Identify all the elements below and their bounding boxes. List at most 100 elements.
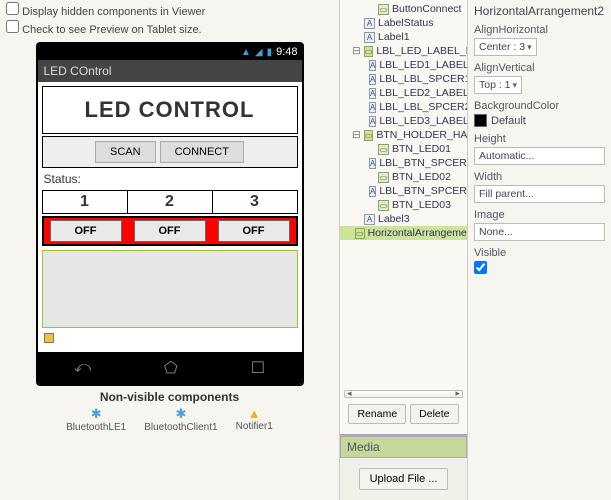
tree-item-label: HorizontalArrangemen bbox=[368, 227, 467, 239]
component-tree[interactable]: ▭ButtonConnectALabelStatusALabel1⊟▭LBL_L… bbox=[340, 0, 467, 388]
tree-item-label: BTN_LED01 bbox=[392, 143, 451, 155]
hidden-checkbox[interactable] bbox=[6, 2, 19, 15]
tree-item[interactable]: ⊟▭LBL_LED_LABEL_HA bbox=[340, 44, 467, 58]
wifi-icon: ▲ bbox=[241, 47, 251, 58]
tree-item-label: LBL_LED3_LABEL bbox=[379, 115, 467, 127]
bgcolor-swatch[interactable] bbox=[474, 114, 487, 127]
status-label: Status: bbox=[42, 170, 298, 188]
alignv-select[interactable]: Top : 1 bbox=[474, 76, 522, 94]
tree-item-label: BTN_HOLDER_HA bbox=[376, 129, 467, 141]
col-1: 1 bbox=[43, 191, 128, 213]
tree-item[interactable]: ▭ButtonConnect bbox=[340, 2, 467, 16]
back-icon[interactable]: ⤺ bbox=[74, 359, 91, 377]
tree-item[interactable]: ALBL_LED1_LABEL bbox=[340, 58, 467, 72]
visible-label: Visible bbox=[474, 247, 605, 259]
btn-led1[interactable]: OFF bbox=[50, 220, 122, 242]
tree-item[interactable]: ALBL_BTN_SPCER1 bbox=[340, 156, 467, 170]
btn-led2[interactable]: OFF bbox=[134, 220, 206, 242]
android-navbar: ⤺ ⬠ ☐ bbox=[38, 352, 302, 384]
indicator-icon bbox=[44, 333, 54, 343]
tree-item-label: LBL_LBL_SPCER2 bbox=[379, 101, 467, 113]
nonvisible-ble[interactable]: ✱BluetoothLE1 bbox=[66, 406, 126, 433]
tree-item-label: LBL_LED1_LABEL bbox=[379, 59, 467, 71]
indicator-row bbox=[42, 330, 298, 348]
connect-button[interactable]: CONNECT bbox=[160, 141, 244, 163]
tree-toggle-icon[interactable]: ⊟ bbox=[352, 129, 361, 141]
scan-button[interactable]: SCAN bbox=[95, 141, 156, 163]
tree-hscroll[interactable] bbox=[344, 390, 463, 398]
tree-item[interactable]: ALBL_BTN_SPCER2 bbox=[340, 184, 467, 198]
component-icon: ▭ bbox=[378, 200, 389, 211]
component-icon: ▭ bbox=[378, 144, 389, 155]
component-icon: A bbox=[369, 102, 376, 113]
phone-preview: ▲ ◢ ▮ 9:48 LED COntrol LED CONTROL SCAN … bbox=[36, 42, 304, 386]
bgcolor-label: BackgroundColor bbox=[474, 100, 605, 112]
nonvisible-btclient[interactable]: ✱BluetoothClient1 bbox=[144, 406, 217, 433]
tree-item[interactable]: ⊟▭BTN_HOLDER_HA bbox=[340, 128, 467, 142]
nonvisible-notifier[interactable]: ▲Notifier1 bbox=[236, 406, 273, 433]
opt-tablet[interactable]: Check to see Preview on Tablet size. bbox=[6, 20, 333, 38]
tree-item-label: LabelStatus bbox=[378, 17, 433, 29]
tree-item-label: LBL_LBL_SPCER1 bbox=[379, 73, 467, 85]
tree-item[interactable]: ALabel3 bbox=[340, 212, 467, 226]
tree-item-label: LBL_BTN_SPCER1 bbox=[379, 157, 467, 169]
tree-item-label: Label1 bbox=[378, 31, 410, 43]
led-label-row: 1 2 3 bbox=[42, 190, 298, 214]
width-field[interactable]: Fill parent... bbox=[474, 185, 605, 203]
component-icon: A bbox=[364, 32, 375, 43]
tree-item[interactable]: ALabel1 bbox=[340, 30, 467, 44]
rename-button[interactable]: Rename bbox=[348, 404, 406, 424]
tree-item[interactable]: ALBL_LBL_SPCER1 bbox=[340, 72, 467, 86]
alignv-label: AlignVertical bbox=[474, 62, 605, 74]
tree-item[interactable]: ALBL_LED3_LABEL bbox=[340, 114, 467, 128]
height-label: Height bbox=[474, 133, 605, 145]
height-field[interactable]: Automatic... bbox=[474, 147, 605, 165]
component-icon: A bbox=[364, 214, 375, 225]
component-icon: A bbox=[364, 18, 375, 29]
recents-icon[interactable]: ☐ bbox=[251, 358, 265, 378]
tree-item-label: BTN_LED02 bbox=[392, 171, 451, 183]
component-icon: A bbox=[369, 158, 376, 169]
component-icon: A bbox=[369, 186, 376, 197]
home-icon[interactable]: ⬠ bbox=[164, 358, 178, 378]
visible-checkbox[interactable] bbox=[474, 261, 487, 274]
component-icon: A bbox=[369, 88, 376, 99]
tree-item-label: BTN_LED03 bbox=[392, 199, 451, 211]
col-2: 2 bbox=[128, 191, 213, 213]
component-icon: A bbox=[369, 74, 376, 85]
props-title: HorizontalArrangement2 bbox=[474, 2, 605, 24]
tree-item[interactable]: ▭HorizontalArrangemen ▾ bbox=[340, 226, 467, 240]
tree-item[interactable]: ▭BTN_LED01 bbox=[340, 142, 467, 156]
led-control-heading: LED CONTROL bbox=[42, 86, 298, 134]
component-icon: ▭ bbox=[355, 228, 365, 239]
tree-item-label: ButtonConnect bbox=[392, 3, 461, 15]
component-icon: ▭ bbox=[364, 46, 374, 57]
component-icon: ▭ bbox=[364, 130, 374, 141]
media-heading: Media bbox=[340, 436, 467, 458]
component-icon: ▭ bbox=[378, 4, 389, 15]
tablet-checkbox[interactable] bbox=[6, 20, 19, 33]
component-icon: A bbox=[369, 60, 376, 71]
image-field[interactable]: None... bbox=[474, 223, 605, 241]
upload-file-button[interactable]: Upload File ... bbox=[359, 468, 449, 490]
led-button-row: OFF OFF OFF bbox=[42, 216, 298, 246]
tree-toggle-icon[interactable]: ⊟ bbox=[352, 45, 361, 57]
battery-icon: ▮ bbox=[267, 47, 273, 58]
alignh-label: AlignHorizontal bbox=[474, 24, 605, 36]
horizontal-arrangement-selected[interactable] bbox=[42, 250, 298, 328]
component-icon: ▭ bbox=[378, 172, 389, 183]
android-statusbar: ▲ ◢ ▮ 9:48 bbox=[38, 44, 302, 60]
delete-button[interactable]: Delete bbox=[410, 404, 458, 424]
alignh-select[interactable]: Center : 3 bbox=[474, 38, 537, 56]
image-label: Image bbox=[474, 209, 605, 221]
tree-item[interactable]: ▭BTN_LED02 bbox=[340, 170, 467, 184]
tree-item[interactable]: ALabelStatus bbox=[340, 16, 467, 30]
col-3: 3 bbox=[213, 191, 297, 213]
btn-led3[interactable]: OFF bbox=[218, 220, 290, 242]
tree-item[interactable]: ALBL_LED2_LABEL bbox=[340, 86, 467, 100]
tree-item[interactable]: ▭BTN_LED03 bbox=[340, 198, 467, 212]
opt-hidden[interactable]: Display hidden components in Viewer bbox=[6, 2, 333, 20]
tree-item[interactable]: ALBL_LBL_SPCER2 bbox=[340, 100, 467, 114]
component-icon: A bbox=[369, 116, 376, 127]
tree-item-label: LBL_BTN_SPCER2 bbox=[379, 185, 467, 197]
